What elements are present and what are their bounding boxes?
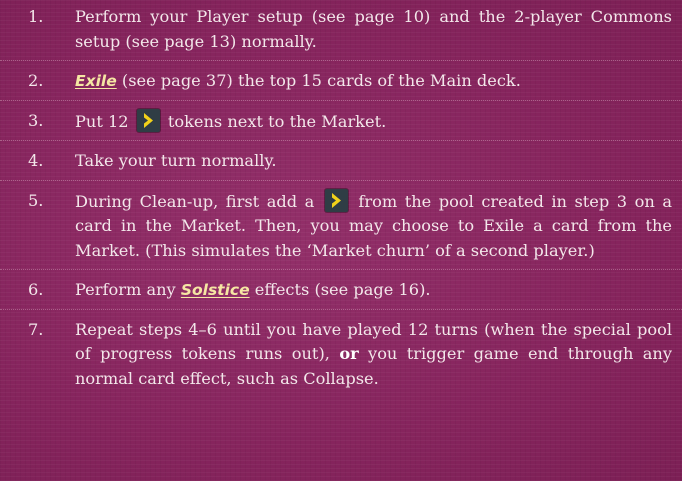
step-text-before: During Clean-up, first add a: [75, 191, 322, 211]
step-number: 3.: [28, 110, 44, 130]
step-number: 2.: [28, 71, 44, 90]
rule-step-6: 6. Perform any Solstice effects (see pag…: [28, 278, 672, 303]
step-text: During Clean-up, first add a from the po…: [75, 188, 672, 264]
step-number: 6.: [28, 280, 44, 299]
step-text-after: tokens next to the Market.: [162, 111, 387, 131]
step-number: 7.: [28, 319, 44, 339]
divider: [0, 179, 682, 183]
rule-step-1: 1. Perform your Player setup (see page 1…: [28, 5, 672, 54]
step-text: Exile (see page 37) the top 15 cards of …: [75, 69, 672, 94]
keyword-solstice-link[interactable]: Solstice: [181, 281, 250, 299]
step-number: 4.: [28, 151, 44, 170]
step-text-after: effects (see page 16).: [249, 280, 431, 299]
keyword-exile-link[interactable]: Exile: [75, 72, 117, 90]
rule-step-4: 4. Take your turn normally.: [28, 149, 672, 174]
rule-step-5: 5. During Clean-up, first add a from the…: [28, 188, 672, 264]
divider: [0, 308, 682, 312]
progress-token-icon: [136, 108, 160, 132]
step-number: 5.: [28, 190, 44, 210]
divider: [0, 140, 682, 143]
step-number: 1.: [28, 7, 44, 26]
divider: [0, 269, 682, 272]
step-text: Put 12 tokens next to the Market.: [75, 108, 672, 135]
step-text-before: Perform any: [75, 280, 181, 299]
step-text: Repeat steps 4–6 until you have played 1…: [75, 318, 672, 392]
step-emphasis: or: [339, 344, 359, 363]
rules-list: 1. Perform your Player setup (see page 1…: [0, 0, 682, 391]
rule-step-7: 7. Repeat steps 4–6 until you have playe…: [28, 318, 672, 392]
rule-step-2: 2. Exile (see page 37) the top 15 cards …: [28, 69, 672, 94]
progress-token-icon: [324, 188, 348, 212]
step-text: Take your turn normally.: [75, 151, 277, 170]
step-text-after: (see page 37) the top 15 cards of the Ma…: [116, 71, 521, 90]
rule-step-3: 3. Put 12 tokens next to the Market.: [28, 108, 672, 135]
step-text: Perform any Solstice effects (see page 1…: [75, 278, 672, 303]
step-text-before: Put 12: [75, 111, 134, 131]
divider: [0, 99, 682, 103]
step-text: Perform your Player setup (see page 10) …: [75, 7, 672, 51]
divider: [0, 60, 682, 63]
